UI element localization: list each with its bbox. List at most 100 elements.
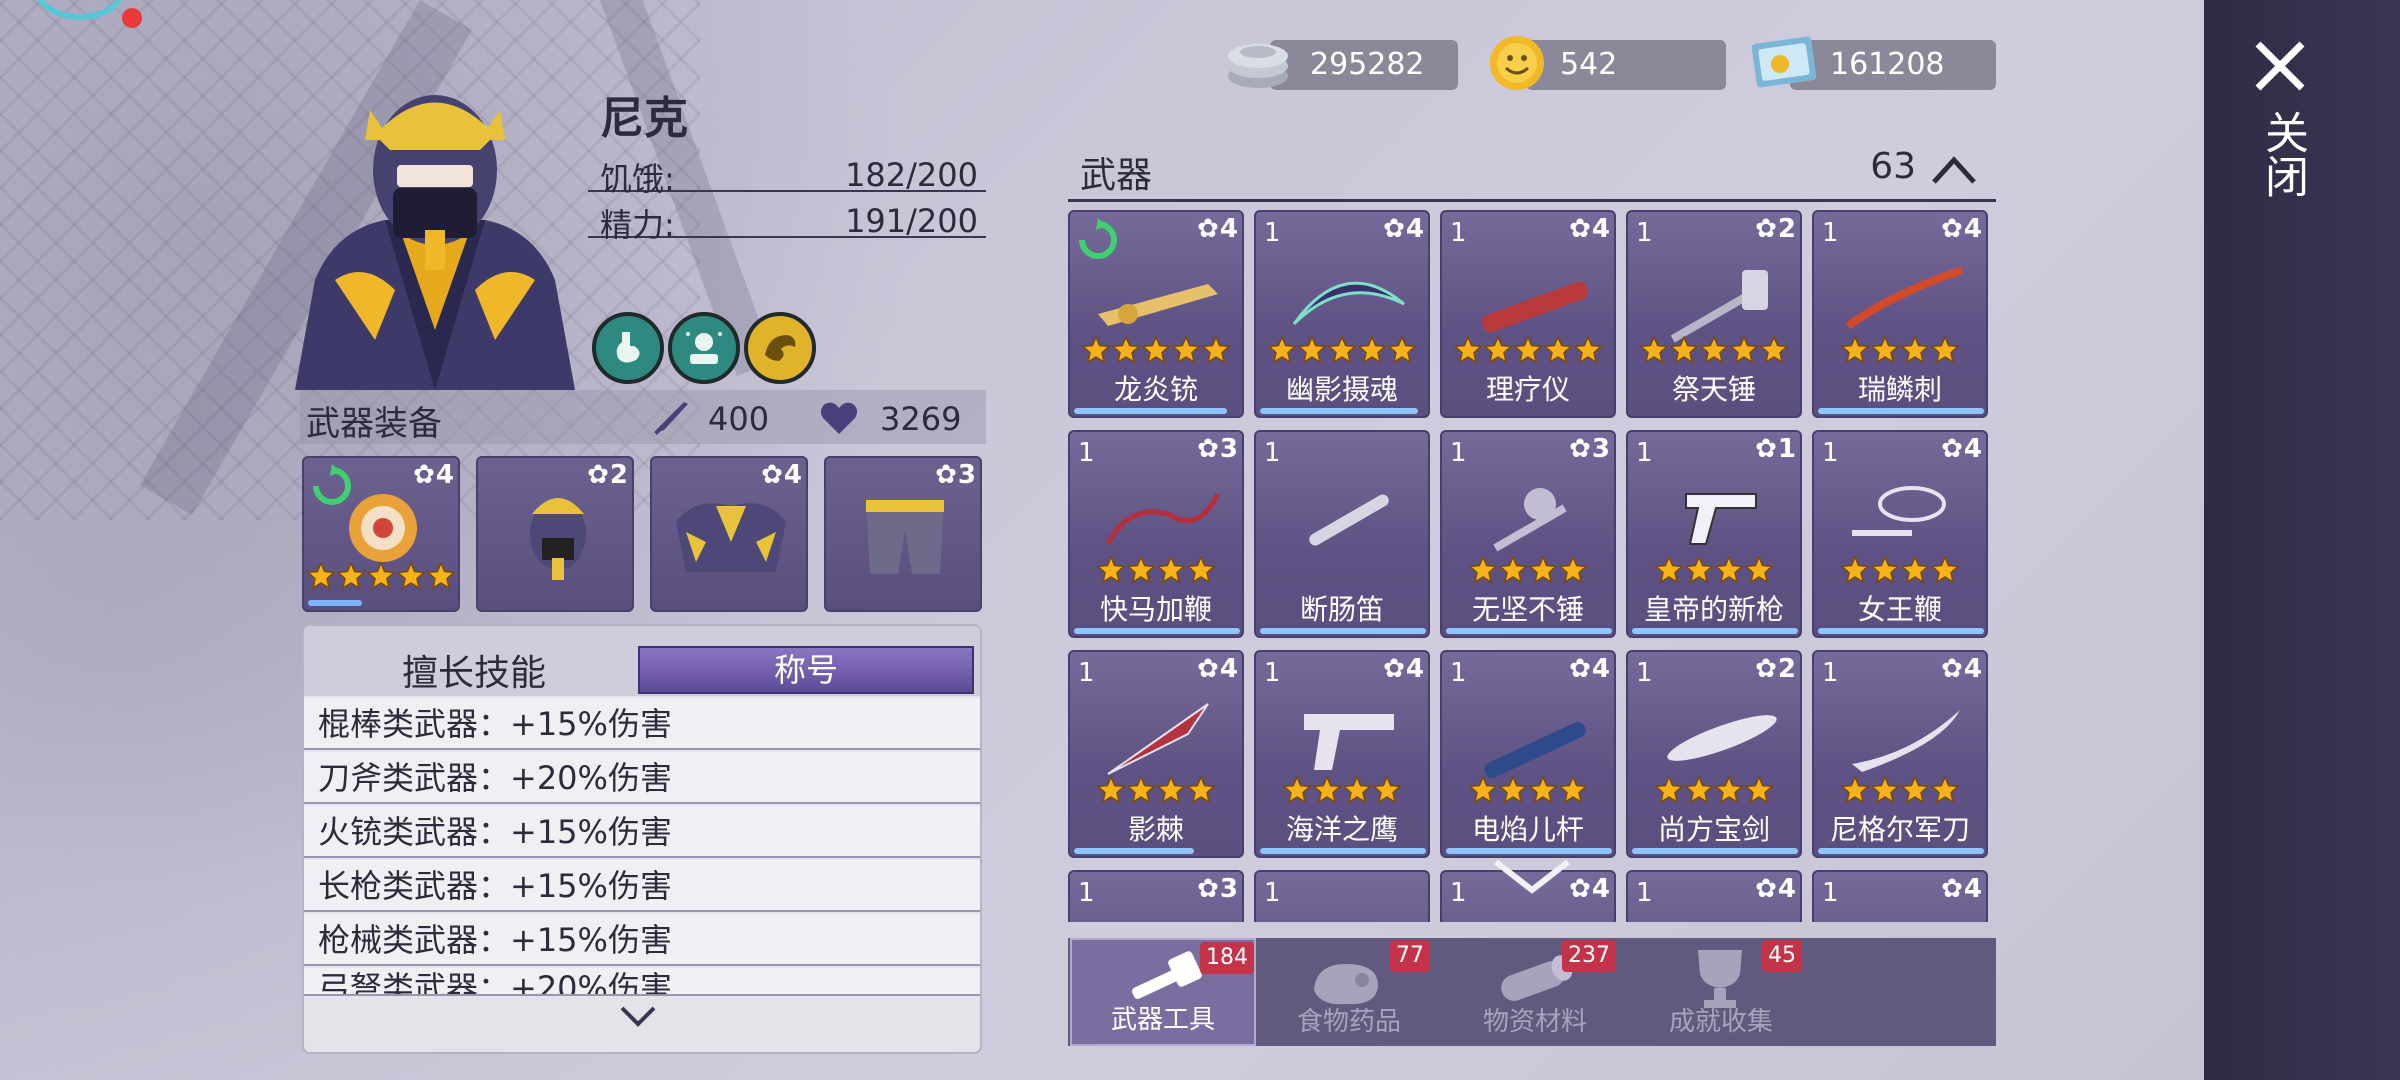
- gear-icon: ✿: [1569, 214, 1591, 244]
- weapon-art: [1685, 493, 1757, 545]
- star-icon: [1202, 336, 1230, 364]
- close-icon[interactable]: [2250, 36, 2310, 96]
- star-icon: [1745, 556, 1773, 584]
- energy-label: 精力:: [600, 206, 675, 244]
- gear-icon: ✿: [1755, 214, 1777, 244]
- star-icon: [1358, 336, 1386, 364]
- equip-helmet-art: [530, 498, 586, 580]
- star-icon: [1715, 776, 1743, 804]
- weapon-card[interactable]: 1 ✿2 尚方宝剑: [1626, 650, 1802, 858]
- equip-slot-pants[interactable]: ✿3: [824, 456, 982, 612]
- weapon-card[interactable]: 1 ✿4 女王鞭: [1812, 430, 1988, 638]
- star-icon: [1127, 776, 1155, 804]
- weapon-art: [1098, 284, 1218, 326]
- skills-panel: 擅长技能 称号 棍棒类武器：+15%伤害 刀斧类武器：+20%伤害 火铳类武器：…: [302, 624, 982, 1054]
- weapon-card[interactable]: 1 ✿4 海洋之鹰: [1254, 650, 1430, 858]
- weapon-level: 1: [1078, 438, 1095, 468]
- gear-level: ✿3: [1569, 434, 1610, 464]
- tab-achievements[interactable]: 45 成就收集: [1628, 938, 1814, 1046]
- weapon-card[interactable]: 1 ✿4 影棘: [1068, 650, 1244, 858]
- tab-food-medicine[interactable]: 77 食物药品: [1256, 938, 1442, 1046]
- tab-weapons-tools[interactable]: 184 武器工具: [1070, 938, 1256, 1046]
- gold-amount: 542: [1560, 47, 1618, 82]
- star-icon: [1871, 776, 1899, 804]
- weapon-stars: [1070, 556, 1242, 584]
- tab-badge: 237: [1562, 940, 1616, 972]
- character-portrait: [295, 95, 575, 390]
- gold-currency: 542: [1526, 40, 1726, 90]
- weapon-card[interactable]: 1 ✿3 无坚不锤: [1440, 430, 1616, 638]
- tab-titles[interactable]: 称号: [638, 646, 974, 694]
- weapon-card[interactable]: 1 ✿2 祭天锤: [1626, 210, 1802, 418]
- category-tabs: 184 武器工具 77 食物药品 237 物资材料 45 成就收集: [1068, 938, 1996, 1046]
- weapon-card[interactable]: 1 ✿4: [1812, 870, 1988, 922]
- gear-level: ✿4: [1569, 214, 1610, 244]
- energy-row: 精力: 191/200: [588, 194, 986, 244]
- weapon-card[interactable]: 1: [1254, 870, 1430, 922]
- weapon-stars: [1814, 776, 1986, 804]
- star-icon: [1760, 336, 1788, 364]
- gear-icon: ✿: [1569, 874, 1591, 904]
- scroll-down-chevron-icon[interactable]: [1492, 856, 1572, 896]
- star-icon: [1157, 556, 1185, 584]
- slot-progress: [308, 600, 362, 606]
- star-icon: [367, 562, 395, 590]
- star-icon: [1469, 556, 1497, 584]
- chevron-up-icon[interactable]: [1930, 152, 1978, 188]
- star-icon: [397, 562, 425, 590]
- weapon-art: [1292, 281, 1405, 326]
- health-value: 3269: [880, 400, 962, 438]
- weapon-stars: [1070, 336, 1242, 364]
- weapon-art: [1105, 492, 1221, 546]
- weapon-level: 1: [1450, 438, 1467, 468]
- ticket-icon: [1751, 36, 1817, 88]
- skill-row: 弓弩类武器：+20%伤害: [304, 968, 980, 996]
- gear-level: ✿4: [1941, 434, 1982, 464]
- weapon-card[interactable]: 1 ✿4 尼格尔军刀: [1812, 650, 1988, 858]
- tab-badge: 184: [1200, 942, 1254, 974]
- weapon-art: [1670, 270, 1768, 343]
- star-icon: [1685, 776, 1713, 804]
- star-icon: [1187, 776, 1215, 804]
- weapon-card[interactable]: 1 ✿3 快马加鞭: [1068, 430, 1244, 638]
- equip-slot-armor[interactable]: ✿4: [650, 456, 808, 612]
- weapon-level: 1: [1450, 878, 1467, 908]
- weapon-card[interactable]: 1 ✿4 理疗仪: [1440, 210, 1616, 418]
- weapon-card[interactable]: 1 ✿1 皇帝的新枪: [1626, 430, 1802, 638]
- weapon-card[interactable]: 1 ✿4 瑞鳞刺: [1812, 210, 1988, 418]
- gear-level: ✿4: [1197, 214, 1238, 244]
- equip-slot-helmet[interactable]: ✿2: [476, 456, 634, 612]
- skill-status-icon[interactable]: [668, 312, 740, 384]
- tab-materials[interactable]: 237 物资材料: [1442, 938, 1628, 1046]
- weapon-card[interactable]: 1 ✿4 幽影摄魂: [1254, 210, 1430, 418]
- star-icon: [427, 562, 455, 590]
- star-icon: [1268, 336, 1296, 364]
- weapon-card[interactable]: 1 ✿4 电焰儿杆: [1440, 650, 1616, 858]
- gear-icon: ✿: [1383, 654, 1405, 684]
- weapon-card[interactable]: 1 ✿3: [1068, 870, 1244, 922]
- weapons-header: 武器 63: [1068, 140, 1996, 202]
- tab-skills[interactable]: 擅长技能: [344, 644, 604, 696]
- weapon-card[interactable]: 1 断肠笛: [1254, 430, 1430, 638]
- weapon-progress: [1632, 848, 1798, 854]
- weapon-stars: [1442, 776, 1614, 804]
- gear-icon: ✿: [761, 460, 783, 490]
- stomach-status-icon[interactable]: [592, 312, 664, 384]
- weapon-card[interactable]: ✿4 龙炎铳: [1068, 210, 1244, 418]
- star-icon: [1112, 336, 1140, 364]
- weapon-card[interactable]: 1 ✿4: [1626, 870, 1802, 922]
- chevron-down-icon[interactable]: [618, 996, 658, 1036]
- weapon-stars: [1256, 776, 1428, 804]
- dragon-title-icon[interactable]: [744, 312, 816, 384]
- star-icon: [1544, 336, 1572, 364]
- star-icon: [1499, 556, 1527, 584]
- weapon-name: 瑞鳞刺: [1857, 373, 1942, 406]
- weapon-name: 电焰儿杆: [1471, 813, 1584, 846]
- close-label[interactable]: 关闭: [2250, 110, 2314, 198]
- star-icon: [1700, 336, 1728, 364]
- weapon-art: [1481, 281, 1589, 333]
- weapons-title: 武器: [1080, 155, 1153, 196]
- equip-slot-weapon[interactable]: ✿4: [302, 456, 460, 612]
- weapons-grid: ✿4 龙炎铳 1 ✿4 幽影摄魂 1 ✿4 理疗仪 1 ✿2 祭天锤 1 ✿4 瑞鳞刺 1 ✿3 快马加鞭 1 断肠…: [1068, 210, 1998, 922]
- weapon-level: 1: [1264, 218, 1281, 248]
